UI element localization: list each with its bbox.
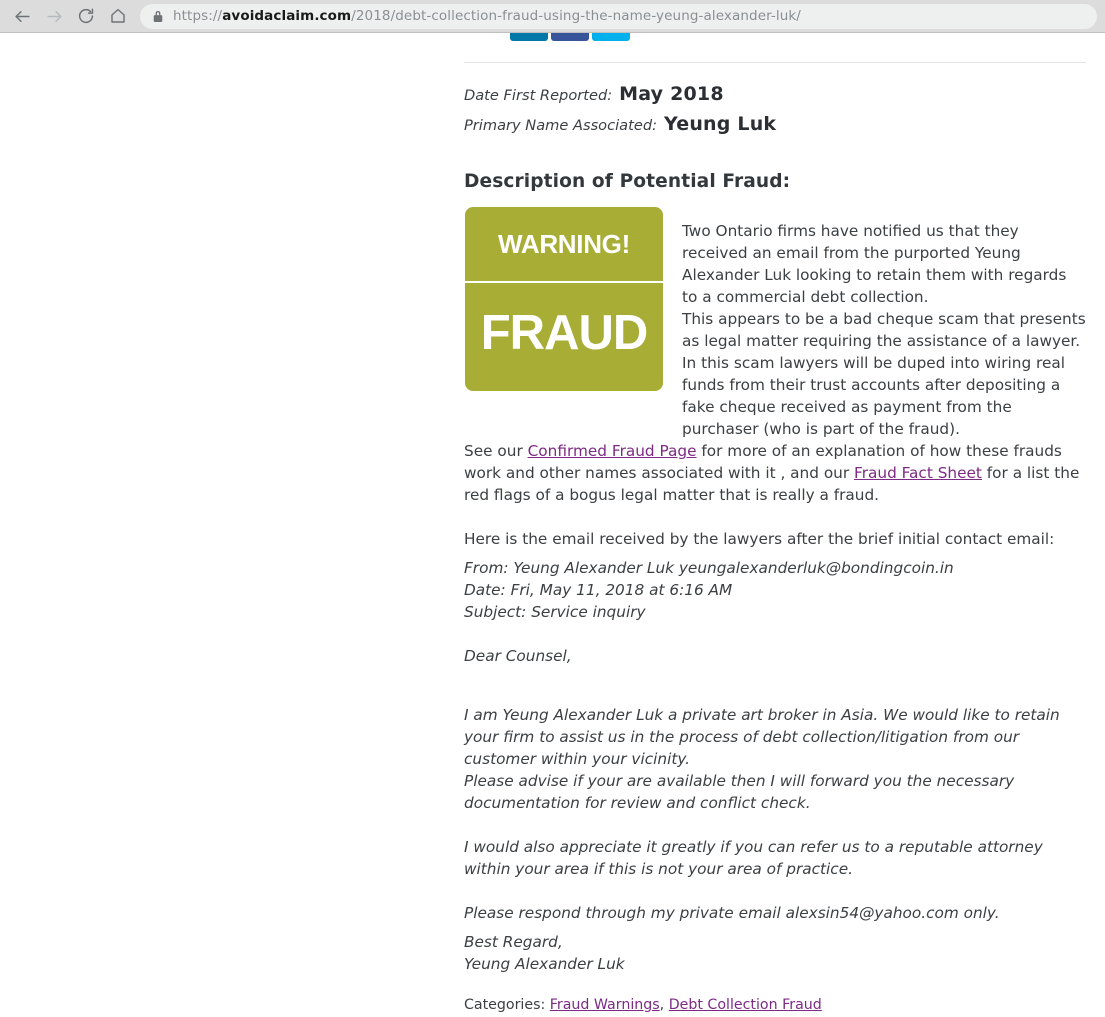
linkedin-share-button[interactable] xyxy=(510,33,548,41)
url-scheme: https:// xyxy=(173,8,223,24)
address-bar-text: https://avoidaclaim.com/2018/debt-collec… xyxy=(173,8,801,24)
email-paragraph-1: I am Yeung Alexander Luk a private art b… xyxy=(464,706,1060,769)
email-signature-name: Yeung Alexander Luk xyxy=(464,955,625,973)
category-link-fraud-warnings[interactable]: Fraud Warnings xyxy=(550,997,660,1013)
forward-button[interactable] xyxy=(38,1,70,31)
email-paragraph-2: Please advise if your are available then… xyxy=(464,772,1015,813)
home-icon xyxy=(109,7,127,25)
email-greeting: Dear Counsel, xyxy=(464,647,572,665)
home-button[interactable] xyxy=(102,1,134,31)
reload-button[interactable] xyxy=(70,1,102,31)
lock-icon xyxy=(152,9,164,23)
back-button[interactable] xyxy=(6,1,38,31)
browser-toolbar: https://avoidaclaim.com/2018/debt-collec… xyxy=(0,0,1105,33)
description-paragraph-1: Two Ontario firms have notified us that … xyxy=(682,222,1067,307)
url-domain: avoidaclaim.com xyxy=(222,8,352,24)
url-path: /2018/debt-collection-fraud-using-the-na… xyxy=(351,8,801,24)
twitter-share-button[interactable] xyxy=(592,33,630,41)
date-first-reported-label: Date First Reported: xyxy=(464,87,613,104)
here-is-email-paragraph: Here is the email received by the lawyer… xyxy=(464,530,1055,549)
horizontal-divider xyxy=(464,62,1086,63)
confirmed-fraud-page-link[interactable]: Confirmed Fraud Page xyxy=(528,442,697,460)
email-paragraph-3: I would also appreciate it greatly if yo… xyxy=(464,838,1043,879)
email-subject-line: Subject: Service inquiry xyxy=(464,603,646,621)
page-viewport: Date First Reported: May 2018 Primary Nam… xyxy=(0,33,1105,1017)
warning-label: WARNING! xyxy=(498,229,630,259)
forward-arrow-icon xyxy=(45,7,64,26)
description-paragraph-2: This appears to be a bad cheque scam tha… xyxy=(682,310,1086,439)
categories-row: Categories: Fraud Warnings, Debt Collect… xyxy=(464,995,1086,1015)
primary-name-row: Primary Name Associated: Yeung Luk xyxy=(464,113,776,137)
fraud-label: FRAUD xyxy=(480,306,648,360)
warning-graphic-bottom: FRAUD xyxy=(465,283,663,389)
warning-graphic-top: WARNING! xyxy=(465,207,663,283)
category-link-debt-collection-fraud[interactable]: Debt Collection Fraud xyxy=(669,997,822,1013)
primary-name-value: Yeung Luk xyxy=(664,113,777,135)
reload-icon xyxy=(77,7,95,25)
email-from-line: From: Yeung Alexander Luk yeungalexander… xyxy=(464,559,954,577)
email-paragraph-4: Please respond through my private email … xyxy=(464,904,1000,923)
date-first-reported-row: Date First Reported: May 2018 xyxy=(464,83,724,107)
see-our-paragraph: See our Confirmed Fraud Page for more of… xyxy=(464,440,1086,506)
see-our-prefix: See our xyxy=(464,442,528,461)
back-arrow-icon xyxy=(13,7,32,26)
address-bar[interactable]: https://avoidaclaim.com/2018/debt-collec… xyxy=(140,3,1097,29)
page-title: Description of Potential Fraud: xyxy=(464,171,791,192)
categories-separator: , xyxy=(659,997,669,1013)
categories-label: Categories: xyxy=(464,997,550,1013)
email-date-line: Date: Fri, May 11, 2018 at 6:16 AM xyxy=(464,581,733,599)
facebook-share-button[interactable] xyxy=(551,33,589,41)
email-signoff: Best Regard, xyxy=(464,933,563,951)
date-first-reported-value: May 2018 xyxy=(619,83,724,105)
primary-name-label: Primary Name Associated: xyxy=(464,117,658,134)
fraud-fact-sheet-link[interactable]: Fraud Fact Sheet xyxy=(854,464,982,482)
warning-fraud-graphic: WARNING! FRAUD xyxy=(465,207,663,391)
social-share-row xyxy=(510,33,630,41)
